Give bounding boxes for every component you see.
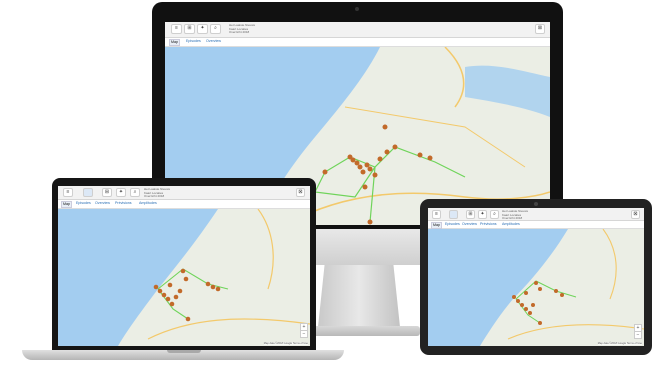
map-footer: Map data ©2018 Google Terms of Use xyxy=(263,342,308,345)
search-button[interactable]: ⌕ xyxy=(210,24,221,34)
tab-previsions[interactable]: Prévisions xyxy=(114,201,133,206)
tab-bar: Map Episodes Overview xyxy=(165,38,550,47)
star-button[interactable]: ✦ xyxy=(478,210,487,219)
tablet-screen: ≡ ⊞ ✦ ⌕ Het Laatste Nieuws Kaart Locatie… xyxy=(428,208,644,346)
toolbar: ≡ ⊞ ✦ ⌕ Het Laatste Nieuws Kaart Locatie… xyxy=(58,186,310,200)
tab-amplitudes[interactable]: Amplitudes xyxy=(138,201,158,206)
zoom-out-button[interactable]: − xyxy=(634,331,642,339)
monitor-stand-neck xyxy=(318,265,400,327)
close-button[interactable]: ⊠ xyxy=(631,210,640,219)
map-canvas xyxy=(58,209,310,346)
map-view[interactable]: − + Map data ©2018 Google Terms of Use xyxy=(58,209,310,346)
tab-previsions[interactable]: Prévisions xyxy=(479,222,498,227)
logo-badge xyxy=(83,188,93,197)
tab-map[interactable]: Map xyxy=(61,201,72,208)
toolbar: ≡ ⊞ ✦ ⌕ Het Laatste Nieuws Kaart Locatie… xyxy=(165,22,550,38)
toolbar-info: Het Laatste Nieuws Kaart Locaties Overzi… xyxy=(229,23,256,35)
menu-button[interactable]: ≡ xyxy=(63,188,73,197)
search-button[interactable]: ⌕ xyxy=(130,188,140,197)
zoom-in-button[interactable]: + xyxy=(300,323,308,331)
camera-dot xyxy=(355,7,359,11)
logo-badge xyxy=(449,210,458,219)
map-view[interactable]: − + Map data ©2018 Google Terms of Use xyxy=(428,229,644,346)
toolbar-info: Het Laatste Nieuws Kaart Locaties Overzi… xyxy=(502,209,529,221)
star-button[interactable]: ✦ xyxy=(116,188,126,197)
tab-overview[interactable]: Overview xyxy=(205,39,222,44)
tab-overview[interactable]: Overview xyxy=(94,201,111,206)
zoom-in-button[interactable]: + xyxy=(634,324,642,332)
star-button[interactable]: ✦ xyxy=(197,24,208,34)
monitor-stand-foot xyxy=(300,326,420,336)
map-canvas xyxy=(428,229,644,346)
map-footer: Map data ©2018 Google Terms of Use xyxy=(597,342,642,345)
laptop-notch xyxy=(167,350,201,353)
laptop-base xyxy=(22,350,344,360)
layers-button[interactable]: ⊞ xyxy=(102,188,112,197)
menu-button[interactable]: ≡ xyxy=(171,24,182,34)
tab-overview[interactable]: Overview xyxy=(461,222,478,227)
search-button[interactable]: ⌕ xyxy=(490,210,499,219)
tab-amplitudes[interactable]: Amplitudes xyxy=(501,222,521,227)
tab-episodes[interactable]: Episodes xyxy=(185,39,202,44)
camera-dot xyxy=(534,202,538,206)
close-button[interactable]: ⊠ xyxy=(535,24,545,34)
tab-episodes[interactable]: Episodes xyxy=(444,222,461,227)
tab-bar: Map Episodes Overview Prévisions Amplitu… xyxy=(428,221,644,229)
layers-button[interactable]: ⊞ xyxy=(184,24,195,34)
tab-episodes[interactable]: Episodes xyxy=(75,201,92,206)
menu-button[interactable]: ≡ xyxy=(432,210,441,219)
zoom-out-button[interactable]: − xyxy=(300,330,308,338)
tab-map[interactable]: Map xyxy=(169,39,180,46)
close-button[interactable]: ⊠ xyxy=(296,188,305,197)
tab-bar: Map Episodes Overview Prévisions Amplitu… xyxy=(58,200,310,209)
laptop-screen: ≡ ⊞ ✦ ⌕ Het Laatste Nieuws Kaart Locatie… xyxy=(58,186,310,346)
toolbar: ≡ ⊞ ✦ ⌕ Het Laatste Nieuws Kaart Locatie… xyxy=(428,208,644,221)
tab-map[interactable]: Map xyxy=(431,222,442,229)
toolbar-info: Het Laatste Nieuws Kaart Locaties Overzi… xyxy=(144,187,171,199)
layers-button[interactable]: ⊞ xyxy=(466,210,475,219)
